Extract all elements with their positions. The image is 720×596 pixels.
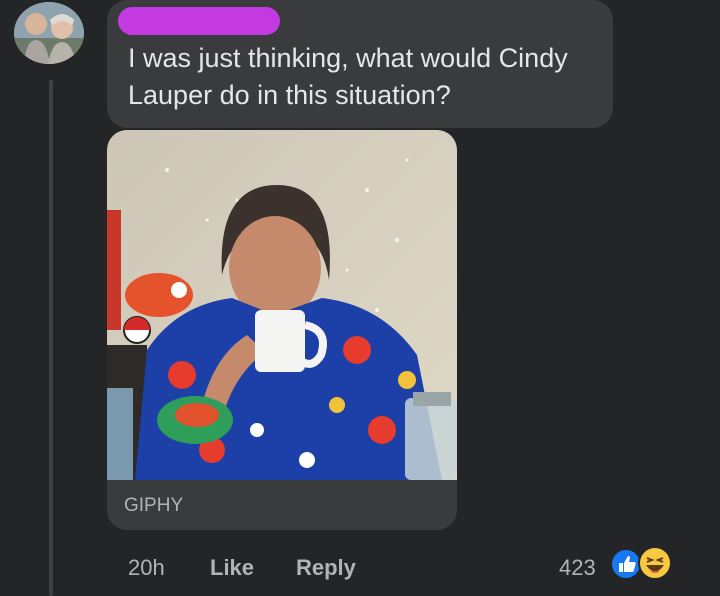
haha-icon[interactable] — [638, 546, 672, 580]
redacted-author-name — [118, 7, 280, 35]
thread-line — [49, 80, 53, 596]
like-button[interactable]: Like — [210, 555, 254, 581]
reaction-count[interactable]: 423 — [559, 555, 596, 581]
gif-attachment[interactable]: GIPHY — [107, 130, 457, 530]
comment-text: I was just thinking, what would Cindy La… — [128, 43, 568, 110]
commenter-avatar[interactable] — [14, 2, 84, 64]
gif-image — [107, 130, 457, 480]
avatar-photo — [14, 2, 84, 64]
comment-timestamp[interactable]: 20h — [128, 555, 165, 581]
reply-button[interactable]: Reply — [296, 555, 356, 581]
giphy-attribution[interactable]: GIPHY — [124, 495, 183, 517]
